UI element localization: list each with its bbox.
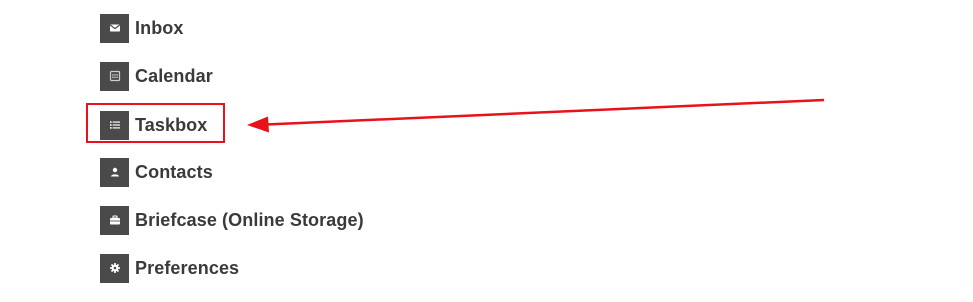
menu-item-label: Contacts: [135, 161, 213, 182]
menu-item-preferences[interactable]: Preferences: [100, 253, 240, 283]
menu-item-label: Taskbox: [135, 114, 208, 135]
menu-item-calendar[interactable]: Calendar: [100, 61, 213, 91]
briefcase-icon: [100, 205, 129, 235]
person-icon: [100, 157, 129, 187]
menu-item-taskbox[interactable]: Taskbox: [100, 110, 208, 140]
menu-item-briefcase[interactable]: Briefcase (Online Storage): [100, 205, 364, 235]
envelope-icon: [100, 13, 129, 43]
calendar-icon: [100, 61, 129, 91]
menu-item-label: Inbox: [135, 17, 184, 38]
menu-item-label: Briefcase (Online Storage): [135, 209, 364, 230]
task-list-icon: [100, 110, 129, 140]
menu-item-label: Calendar: [135, 65, 213, 86]
menu-item-label: Preferences: [135, 257, 240, 278]
gear-icon: [100, 253, 129, 283]
menu-item-contacts[interactable]: Contacts: [100, 157, 213, 187]
menu-item-inbox[interactable]: Inbox: [100, 13, 184, 43]
